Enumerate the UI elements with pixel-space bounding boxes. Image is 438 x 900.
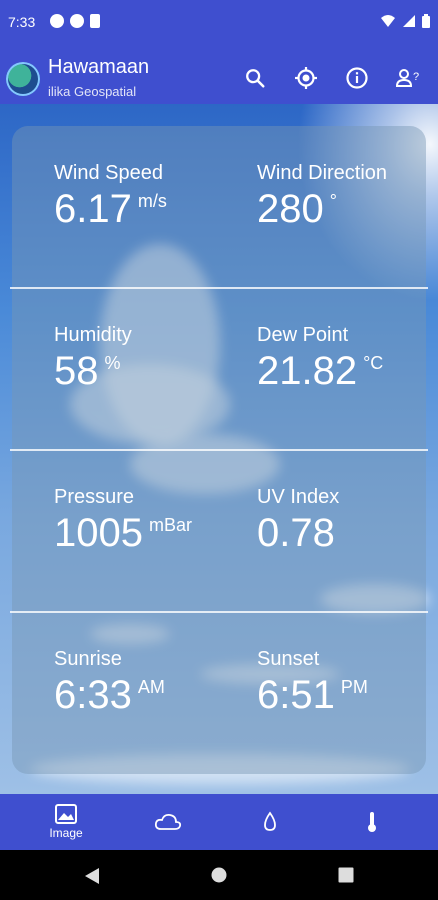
wind-direction-cell: Wind Direction 280 ° bbox=[257, 162, 387, 232]
my-location-button[interactable] bbox=[292, 64, 320, 92]
nav-label: Image bbox=[49, 826, 83, 840]
metric-label: Wind Direction bbox=[257, 162, 388, 184]
drop-icon bbox=[264, 811, 276, 831]
humidity-cell: Humidity 58% bbox=[54, 324, 132, 394]
metric-value: 0.78 bbox=[257, 511, 335, 555]
metric-label: Pressure bbox=[54, 486, 135, 508]
search-icon bbox=[246, 69, 265, 88]
nav-item-cloud[interactable] bbox=[118, 794, 218, 850]
search-button[interactable] bbox=[241, 64, 269, 92]
metrics-row-sun: Sunrise 6:33 AM Sunset 6:51 PM bbox=[12, 612, 426, 774]
sd-card-icon bbox=[90, 14, 100, 28]
dew-point-cell: Dew Point 21.82 °C bbox=[257, 324, 383, 394]
home-icon[interactable] bbox=[211, 867, 227, 883]
app-title: Hawamaan bbox=[48, 56, 150, 78]
metrics-row-wind: Wind Speed 6.17 m/s Wind Direction 280 ° bbox=[12, 126, 426, 288]
wifi-icon bbox=[381, 15, 395, 27]
pressure-cell: Pressure 1005 mBar bbox=[54, 486, 192, 556]
app-bar: Hawamaan ilika Geospatial ? bbox=[0, 52, 438, 104]
metric-value: 6.17 bbox=[54, 187, 132, 231]
metric-label: Dew Point bbox=[257, 324, 349, 346]
sunrise-cell: Sunrise 6:33 AM bbox=[54, 648, 165, 718]
metric-label: UV Index bbox=[257, 486, 340, 508]
bottom-navigation: Image bbox=[0, 794, 438, 850]
signal-icon bbox=[403, 15, 415, 27]
metrics-row-humidity: Humidity 58% Dew Point 21.82 °C bbox=[12, 288, 426, 450]
nav-item-image[interactable]: Image bbox=[16, 794, 116, 850]
metric-unit: ° bbox=[329, 191, 337, 211]
app-logo-icon bbox=[6, 62, 40, 96]
metric-value: 6:51 bbox=[257, 673, 335, 717]
metric-unit: mBar bbox=[148, 515, 192, 535]
notification-p-icon bbox=[70, 14, 84, 28]
metric-unit: PM bbox=[340, 677, 368, 697]
metric-label: Sunset bbox=[257, 648, 320, 670]
person-help-icon: ? bbox=[395, 69, 419, 87]
metric-unit: °C bbox=[363, 353, 384, 373]
nav-item-humidity[interactable] bbox=[220, 794, 320, 850]
divider bbox=[10, 287, 428, 289]
divider bbox=[10, 611, 428, 613]
notification-icons bbox=[50, 14, 100, 28]
metric-unit: % bbox=[104, 353, 121, 373]
wind-speed-cell: Wind Speed 6.17 m/s bbox=[54, 162, 167, 232]
divider bbox=[10, 449, 428, 451]
status-time: 7:33 bbox=[8, 14, 36, 30]
svg-text:?: ? bbox=[413, 71, 419, 83]
metric-value: 1005 bbox=[54, 511, 143, 555]
metric-label: Sunrise bbox=[54, 648, 122, 670]
metric-label: Humidity bbox=[54, 324, 132, 346]
nav-item-temperature[interactable] bbox=[322, 794, 422, 850]
metric-value: 21.82 bbox=[257, 349, 358, 393]
recents-icon[interactable] bbox=[338, 867, 354, 883]
thermometer-icon bbox=[368, 812, 376, 832]
metrics-row-pressure: Pressure 1005 mBar UV Index 0.78 bbox=[12, 450, 426, 612]
image-icon bbox=[55, 804, 77, 824]
back-icon[interactable] bbox=[84, 867, 100, 885]
app-subtitle: ilika Geospatial bbox=[48, 84, 137, 99]
metric-unit: AM bbox=[137, 677, 165, 697]
metric-value: 6:33 bbox=[54, 673, 132, 717]
contact-help-button[interactable]: ? bbox=[394, 64, 422, 92]
system-icons bbox=[380, 14, 430, 28]
battery-icon bbox=[422, 14, 430, 28]
status-bar: 7:33 bbox=[0, 0, 438, 52]
metric-value: 58 bbox=[54, 349, 99, 393]
uv-index-cell: UV Index 0.78 bbox=[257, 486, 341, 556]
notification-a-icon bbox=[50, 14, 64, 28]
sunset-cell: Sunset 6:51 PM bbox=[257, 648, 368, 718]
my-location-icon bbox=[295, 67, 317, 89]
metric-value: 280 bbox=[257, 187, 324, 231]
metric-label: Wind Speed bbox=[54, 162, 163, 184]
cloud-icon bbox=[154, 813, 182, 830]
metric-unit: m/s bbox=[137, 191, 167, 211]
info-button[interactable] bbox=[343, 64, 371, 92]
info-icon bbox=[346, 67, 368, 89]
system-navigation-bar bbox=[0, 850, 438, 900]
